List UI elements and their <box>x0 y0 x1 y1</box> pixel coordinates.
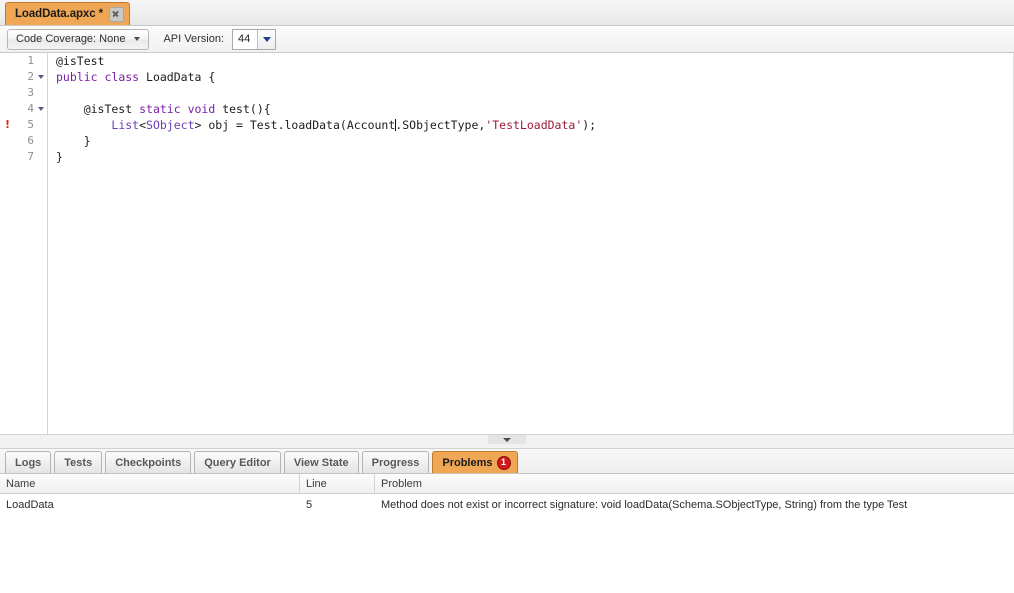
code-token: LoadData { <box>139 70 216 84</box>
api-version-value: 44 <box>238 33 251 45</box>
code-token: < <box>139 118 147 132</box>
line-number: 1 <box>27 54 34 67</box>
editor-gutter[interactable]: 1 2 3 4! 5 6 7 <box>0 53 48 434</box>
bottom-tab-label: Progress <box>371 456 420 469</box>
bottom-tab-logs[interactable]: Logs <box>5 451 52 473</box>
code-token: SObject <box>146 118 195 132</box>
column-header-problem[interactable]: Problem <box>375 474 1014 493</box>
code-token: class <box>104 70 140 84</box>
code-token: > obj = Test.loadData(Account <box>194 118 396 132</box>
editor-code-text[interactable]: @isTest public class LoadData { @isTest s… <box>48 53 1014 434</box>
gutter-row[interactable]: 4 <box>0 101 47 117</box>
bottom-tab-bar: Logs Tests Checkpoints Query Editor View Sta… <box>0 449 1014 474</box>
code-line[interactable]: @isTest static void test(){ <box>56 101 1014 117</box>
problem-count-badge: 1 <box>496 455 511 470</box>
code-editor[interactable]: 1 2 3 4! 5 6 7 @isTest public class LoadData { … <box>0 53 1014 435</box>
code-line[interactable]: List<SObject> obj = Test.loadData(Accoun… <box>56 117 1014 133</box>
code-token: List <box>111 118 140 132</box>
chevron-down-icon[interactable] <box>257 29 276 49</box>
file-tab-loaddata[interactable]: LoadData.apxc * <box>5 2 130 25</box>
gutter-row[interactable]: 7 <box>0 149 47 165</box>
gutter-row[interactable]: 1 <box>0 53 47 69</box>
problems-table-header: Name Line Problem <box>0 474 1014 494</box>
bottom-tab-label: View State <box>293 456 349 469</box>
code-line[interactable] <box>56 85 1014 101</box>
code-token: .SObjectType, <box>395 118 486 132</box>
code-token: @isTest <box>56 102 140 116</box>
code-token: ); <box>582 118 597 132</box>
bottom-tab-label: Problems <box>442 456 493 469</box>
column-header-name[interactable]: Name <box>0 474 300 493</box>
close-icon[interactable] <box>108 6 124 22</box>
api-version-select[interactable]: 44 <box>232 28 277 50</box>
code-coverage-label: Code Coverage: None <box>16 33 126 45</box>
bottom-tab-progress[interactable]: Progress <box>361 451 430 473</box>
line-number: 5 <box>27 118 34 131</box>
bottom-tab-label: Tests <box>64 456 93 469</box>
line-number: 4 <box>27 102 34 115</box>
code-line[interactable]: } <box>56 133 1014 149</box>
bottom-tab-label: Checkpoints <box>115 456 182 469</box>
problem-description-cell: Method does not exist or incorrect signa… <box>381 498 908 511</box>
line-number: 3 <box>27 86 34 99</box>
gutter-row[interactable]: ! 5 <box>0 117 47 133</box>
code-token: } <box>56 134 91 148</box>
code-token: @isTest <box>56 54 105 68</box>
chevron-down-icon[interactable] <box>503 438 511 442</box>
code-token: 'TestLoadData' <box>485 118 583 132</box>
gutter-row[interactable]: 6 <box>0 133 47 149</box>
code-token: public <box>56 70 98 84</box>
code-line[interactable]: public class LoadData { <box>56 69 1014 85</box>
gutter-row[interactable]: 2 <box>0 69 47 85</box>
file-tab-label: LoadData.apxc * <box>15 8 103 20</box>
bottom-tab-label: Query Editor <box>204 456 271 469</box>
fold-triangle-icon[interactable] <box>38 75 44 79</box>
problems-table-body: LoadData 5 Method does not exist or incorr… <box>0 494 1014 515</box>
editor-toolbar: Code Coverage: None API Version: 44 <box>0 26 1014 53</box>
bottom-tab-problems[interactable]: Problems 1 <box>432 451 518 473</box>
line-number: 7 <box>27 150 34 163</box>
problems-table-empty-space <box>0 515 1014 564</box>
bottom-tab-checkpoints[interactable]: Checkpoints <box>105 451 192 473</box>
table-row[interactable]: LoadData 5 Method does not exist or incorr… <box>0 494 1014 515</box>
chevron-down-icon <box>134 37 141 41</box>
problem-name-cell: LoadData <box>6 498 54 511</box>
code-line[interactable]: } <box>56 149 1014 165</box>
code-token: static <box>139 102 181 116</box>
gutter-row[interactable]: 3 <box>0 85 47 101</box>
bottom-tab-tests[interactable]: Tests <box>54 451 103 473</box>
line-number: 6 <box>27 134 34 147</box>
problems-table: Name Line Problem LoadData 5 Method does n… <box>0 474 1014 564</box>
code-line[interactable]: @isTest <box>56 53 1014 69</box>
code-token: test(){ <box>215 102 271 116</box>
bottom-tab-view-state[interactable]: View State <box>283 451 359 473</box>
bottom-tab-query-editor[interactable]: Query Editor <box>194 451 281 473</box>
error-exclamation-icon[interactable]: ! <box>5 117 10 133</box>
api-version-label: API Version: <box>163 33 225 45</box>
line-number: 2 <box>27 70 34 83</box>
editor-tab-bar: LoadData.apxc * <box>0 0 1014 26</box>
column-header-line[interactable]: Line <box>300 474 375 493</box>
code-token: } <box>56 150 63 164</box>
panel-splitter[interactable] <box>0 435 1014 449</box>
problem-line-cell: 5 <box>306 498 313 511</box>
code-token: void <box>187 102 216 116</box>
bottom-tab-label: Logs <box>15 456 42 469</box>
code-coverage-dropdown[interactable]: Code Coverage: None <box>7 28 150 50</box>
fold-triangle-icon[interactable] <box>38 107 44 111</box>
